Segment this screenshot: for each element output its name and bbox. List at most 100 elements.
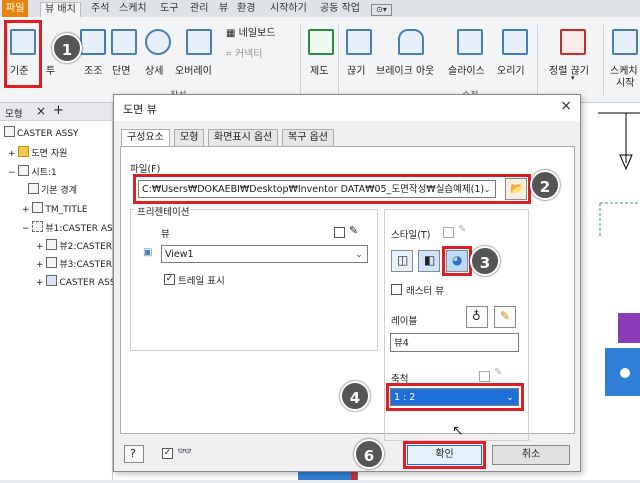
style-checkbox[interactable] — [443, 227, 454, 238]
hidden-line-removed-icon: ◧ — [424, 253, 436, 267]
bulb-icon: ♁ — [472, 309, 481, 323]
help-icon: ? — [130, 447, 136, 460]
crop-button[interactable]: 오리기 — [497, 62, 525, 77]
presentation-label: 프리젠테이션 — [135, 204, 192, 218]
step-badge-2: 2 — [530, 170, 560, 200]
chevron-down-icon: ⌄ — [355, 250, 363, 260]
slice-button[interactable]: 슬라이스 — [448, 62, 485, 77]
cancel-button[interactable]: 취소 — [492, 445, 570, 465]
detail-view-button[interactable]: 상세 — [145, 62, 163, 77]
view-icon — [46, 239, 58, 250]
tab-place-views[interactable]: 뷰 배치 — [40, 2, 81, 17]
drawing-view-dialog: 도면 뷰 × 구성요소 모형 화면표시 옵션 복구 옵션 파일(F) C:₩Us… — [113, 94, 581, 472]
scale-checkbox[interactable] — [479, 371, 490, 382]
tab-collaborate[interactable]: 공동 작업 — [316, 2, 364, 16]
tab-view[interactable]: 뷰 — [215, 2, 232, 16]
view-checkbox[interactable] — [334, 227, 345, 238]
tree-item-caster[interactable]: + CASTER ASS — [36, 275, 115, 288]
breakout-icon — [398, 29, 424, 55]
dialog-titlebar: 도면 뷰 × — [114, 95, 580, 121]
tab-environment[interactable]: 환경 — [233, 2, 259, 16]
tab-tools[interactable]: 도구 — [156, 2, 182, 16]
slice-icon — [457, 29, 483, 55]
projected-view-button[interactable]: 투 — [46, 62, 55, 77]
tab-file[interactable]: 파일 — [2, 0, 29, 17]
scale-highlight — [386, 383, 524, 411]
tree-item-label: 뷰3:CASTER — [59, 260, 113, 270]
tree-item-view1[interactable]: − 뷰1:CASTER AS — [22, 221, 113, 234]
edit-label-button[interactable]: ✎ — [494, 306, 516, 328]
border-icon — [28, 183, 39, 194]
label-label: 레이블 — [391, 316, 418, 327]
view-icon — [32, 221, 44, 232]
pencil-icon: ✎ — [500, 309, 511, 323]
chevron-down-icon[interactable]: ▾ — [571, 74, 575, 82]
close-icon[interactable]: × — [560, 98, 572, 114]
style-label: 스타일(T) — [391, 230, 431, 241]
label-input[interactable]: 뷰4 — [390, 333, 519, 352]
section-view-icon — [111, 29, 137, 55]
add-tab-icon[interactable]: + — [53, 103, 64, 118]
step-badge-3: 3 — [470, 246, 500, 276]
trail-checkbox[interactable]: ✓ — [164, 274, 175, 285]
tab-annotate[interactable]: 주석 — [87, 2, 113, 16]
label-visibility-button[interactable]: ♁ — [466, 306, 488, 328]
ribbon-options-icon[interactable]: ⊙▾ — [371, 4, 392, 16]
tree-item-title[interactable]: + TM_TITLE — [22, 202, 88, 215]
pencil-icon[interactable]: ✎ — [349, 224, 358, 237]
tab-component[interactable]: 구성요소 — [121, 129, 170, 147]
tree-item-label: CASTER ASSY — [17, 129, 79, 139]
tree-item-resources[interactable]: + 도면 자원 — [8, 146, 67, 159]
step-badge-1: 1 — [52, 33, 82, 63]
tab-model[interactable]: 모형 — [174, 129, 205, 146]
tree-item-sheet[interactable]: − 시트:1 — [8, 165, 57, 178]
tab-get-started[interactable]: 시작하기 — [266, 2, 311, 16]
sheet-icon — [18, 165, 30, 176]
view-select[interactable]: View1 ⌄ — [161, 245, 368, 263]
base-view-button[interactable] — [4, 20, 42, 88]
tree-item-label: 도면 자원 — [31, 149, 68, 159]
file-label: 파일(F) — [130, 164, 161, 175]
projected-view-icon — [80, 29, 106, 55]
tab-manage[interactable]: 관리 — [186, 2, 212, 16]
new-sheet-icon — [308, 29, 334, 55]
connector-button[interactable]: ⌗ 커넥터 — [226, 45, 262, 60]
ribbon-panel: 기준 투 조조 단면 상세 오버레이 ▦ 네일보드 ⌗ 커넥터 작성 제도 끊기… — [0, 17, 640, 103]
hidden-line-icon: ◫ — [397, 253, 409, 267]
preview-checkbox[interactable]: ✓ — [162, 448, 173, 459]
raster-checkbox[interactable] — [391, 284, 402, 295]
ribbon-separator — [537, 25, 538, 95]
close-icon[interactable]: × — [36, 104, 46, 118]
view-icon — [46, 257, 58, 268]
tree-item-border[interactable]: 기본 경계 — [28, 183, 77, 196]
section-view-button[interactable]: 단면 — [112, 62, 130, 77]
tab-display-options[interactable]: 화면표시 옵션 — [208, 129, 279, 146]
ok-highlight — [403, 441, 486, 469]
align-break-button[interactable]: 정렬 끊기 — [549, 62, 589, 77]
tree-item-root[interactable]: CASTER ASSY — [4, 126, 79, 139]
tree-item-view2[interactable]: + 뷰2:CASTER — [36, 239, 112, 252]
scale-link-icon: ✎ — [494, 367, 503, 378]
breakout-button[interactable]: 브레이크 아웃 — [376, 62, 434, 77]
browser-tab-model[interactable]: 모형 — [5, 106, 22, 120]
view-label: 뷰 — [161, 229, 170, 240]
tab-recovery-options[interactable]: 복구 옵션 — [282, 129, 334, 146]
shaded-highlight — [442, 246, 472, 276]
hidden-line-button[interactable]: ◫ — [391, 250, 413, 272]
tree-item-view3[interactable]: + 뷰3:CASTER — [36, 257, 112, 270]
connector-label: 커넥터 — [234, 49, 263, 60]
overlay-view-button[interactable]: 오버레이 — [175, 62, 212, 77]
tree-item-label: 뷰1:CASTER AS — [45, 224, 113, 234]
step-badge-6: 6 — [354, 439, 384, 469]
ribbon-tab-bar: 파일 뷰 배치 주석 스케치 도구 관리 뷰 환경 시작하기 공동 작업 ⊙▾ — [0, 0, 640, 18]
nailboard-label: 네일보드 — [238, 28, 276, 39]
assembly-icon — [46, 275, 58, 286]
tree-item-label: 시트:1 — [31, 168, 57, 178]
auxiliary-view-button[interactable]: 조조 — [84, 62, 102, 77]
help-button[interactable]: ? — [124, 445, 144, 463]
nailboard-button[interactable]: ▦ 네일보드 — [226, 24, 275, 39]
new-sheet-button[interactable]: 제도 — [310, 62, 328, 77]
tab-sketch[interactable]: 스케치 — [115, 2, 151, 16]
break-button[interactable]: 끊기 — [347, 62, 365, 77]
hidden-line-removed-button[interactable]: ◧ — [418, 250, 440, 272]
